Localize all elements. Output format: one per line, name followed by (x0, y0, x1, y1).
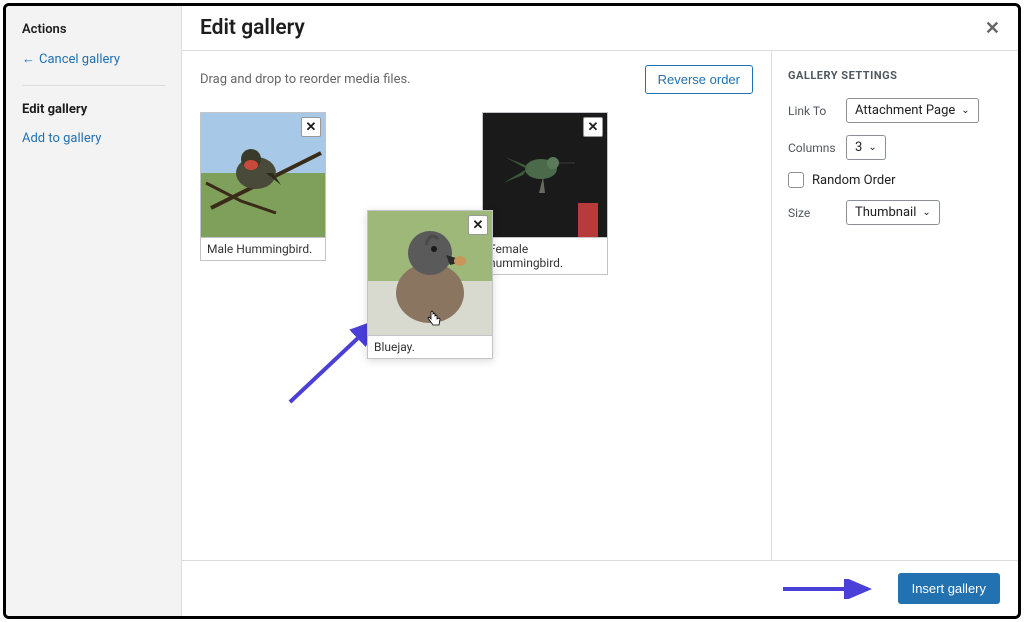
link-to-select[interactable]: Attachment Page ⌄ (846, 98, 979, 123)
header: Edit gallery ✕ (182, 6, 1018, 51)
media-thumbnail[interactable]: ✕ (368, 211, 492, 335)
media-thumbnail[interactable]: ✕ (483, 113, 607, 237)
remove-item-button[interactable]: ✕ (468, 215, 488, 235)
random-order-checkbox[interactable] (788, 172, 804, 188)
size-value: Thumbnail (855, 205, 916, 220)
media-item[interactable]: ✕ Male Hummingbird. (200, 112, 326, 261)
media-item[interactable]: ✕ Bluejay. (367, 210, 493, 359)
divider (22, 85, 165, 86)
sidebar-item-add-to-gallery[interactable]: Add to gallery (22, 131, 165, 146)
remove-item-button[interactable]: ✕ (583, 117, 603, 137)
close-icon: ✕ (306, 120, 317, 135)
gallery-canvas: Drag and drop to reorder media files. Re… (182, 51, 771, 560)
cancel-gallery-label: Cancel gallery (39, 52, 120, 67)
annotation-arrow-icon (778, 579, 878, 599)
link-to-value: Attachment Page (855, 103, 955, 118)
size-label: Size (788, 206, 846, 220)
media-caption[interactable]: Female hummingbird. (483, 237, 607, 274)
footer: Insert gallery (182, 560, 1018, 616)
chevron-down-icon: ⌄ (868, 142, 876, 153)
close-icon: ✕ (473, 218, 484, 233)
page-title: Edit gallery (200, 16, 305, 40)
reverse-order-button[interactable]: Reverse order (645, 65, 753, 94)
size-select[interactable]: Thumbnail ⌄ (846, 200, 940, 225)
sidebar: Actions ← Cancel gallery Edit gallery Ad… (6, 6, 182, 616)
insert-gallery-button[interactable]: Insert gallery (898, 573, 1000, 604)
arrow-left-icon: ← (22, 51, 35, 67)
media-caption[interactable]: Male Hummingbird. (201, 237, 325, 260)
actions-heading: Actions (22, 22, 165, 37)
reorder-hint: Drag and drop to reorder media files. (200, 72, 411, 87)
settings-heading: GALLERY SETTINGS (788, 69, 1002, 82)
sidebar-item-edit-gallery[interactable]: Edit gallery (22, 102, 165, 117)
close-icon: ✕ (588, 120, 599, 135)
random-order-label: Random Order (812, 173, 896, 188)
content-area: Edit gallery ✕ Drag and drop to reorder … (182, 6, 1018, 616)
media-caption[interactable]: Bluejay. (368, 335, 492, 358)
chevron-down-icon: ⌄ (922, 207, 930, 218)
remove-item-button[interactable]: ✕ (301, 117, 321, 137)
media-item[interactable]: ✕ Female hummingbird. (482, 112, 608, 275)
gallery-settings-panel: GALLERY SETTINGS Link To Attachment Page… (771, 51, 1018, 560)
columns-label: Columns (788, 141, 846, 155)
columns-value: 3 (855, 140, 862, 155)
columns-select[interactable]: 3 ⌄ (846, 135, 886, 160)
chevron-down-icon: ⌄ (961, 105, 969, 116)
link-to-label: Link To (788, 104, 846, 118)
cancel-gallery-link[interactable]: ← Cancel gallery (22, 51, 165, 67)
close-icon[interactable]: ✕ (985, 18, 1000, 39)
media-thumbnail[interactable]: ✕ (201, 113, 325, 237)
media-items-area[interactable]: ✕ Male Hummingbird. (200, 112, 753, 512)
